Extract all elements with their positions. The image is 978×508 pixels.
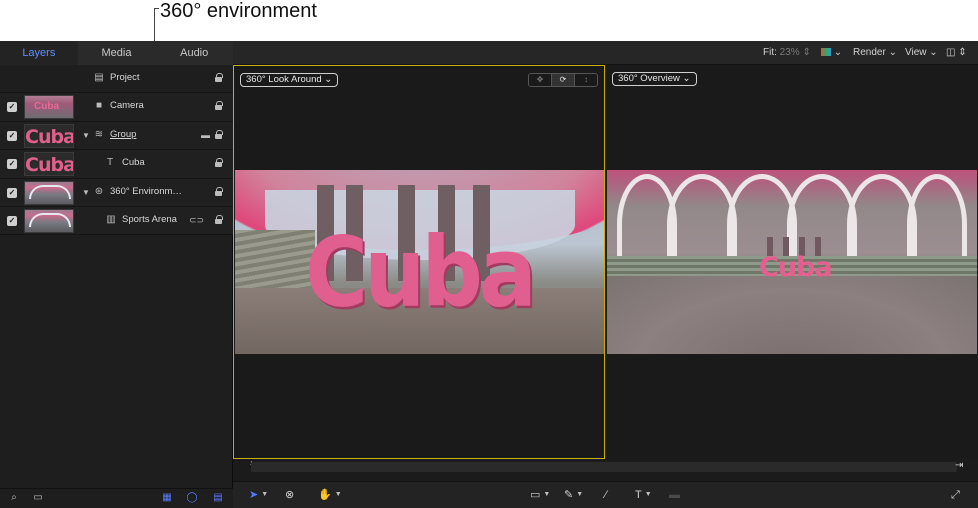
text-icon: T: [106, 157, 114, 169]
expand-icon[interactable]: ⤢: [951, 488, 960, 502]
stepper-icon: ⇕: [802, 47, 811, 58]
shape-tool-icon[interactable]: ▭ ▼: [530, 488, 550, 502]
layer-checkbox[interactable]: ✓: [7, 215, 17, 226]
text-tool-icon[interactable]: T ▼: [635, 488, 652, 502]
layer-thumbnail: Cuba: [24, 95, 74, 120]
look-around-scene: Cuba: [235, 170, 604, 354]
fit-value: 23%: [779, 47, 800, 58]
view-label: View: [905, 47, 927, 58]
overview-scene: Cuba: [607, 170, 977, 354]
group-mode-icon[interactable]: ▬: [201, 130, 210, 140]
lock-icon[interactable]: [213, 186, 223, 196]
adjust-3d-tool-icon[interactable]: ⊗: [285, 488, 294, 502]
layer-checkbox[interactable]: ✓: [7, 159, 17, 170]
tab-layers[interactable]: Layers: [0, 41, 78, 65]
layer-name: 360° Environm…: [110, 185, 182, 197]
motion-app-window: Layers Media Audio ▤ Project ✓ Cuba ■ Ca…: [0, 41, 978, 508]
dolly-tool-icon[interactable]: ↕: [575, 74, 597, 86]
layer-checkbox[interactable]: ✓: [7, 187, 17, 198]
fit-label: Fit:: [763, 47, 777, 58]
viewer-mode-label: 360° Overview: [618, 73, 680, 84]
layer-row-cuba[interactable]: ✓ Cuba T Cuba: [0, 150, 233, 179]
thumbnail-toggle-icon[interactable]: ▭: [32, 492, 44, 504]
orbit-tool-icon[interactable]: ⟳: [552, 74, 575, 86]
viewer-mode-popup[interactable]: 360° Overview ⌄: [612, 72, 697, 86]
disclosure-triangle-icon[interactable]: ▼: [82, 131, 90, 140]
layer-row-group[interactable]: ✓ Cuba ▼ ≋ Group ▬: [0, 121, 233, 151]
mini-timeline[interactable]: ⍿ ⇥: [233, 459, 978, 481]
paint-stroke-icon[interactable]: ∕: [605, 488, 607, 502]
pan-hand-icon[interactable]: ✋ ▼: [318, 488, 342, 502]
document-icon: ▤: [94, 72, 104, 83]
layer-name: Group: [110, 128, 137, 140]
layer-row-sports-arena[interactable]: ✓ ▥ Sports Arena ⊂⊃: [0, 206, 233, 236]
pen-tool-icon[interactable]: ✎ ▼: [564, 488, 583, 502]
layer-list: ▤ Project ✓ Cuba ■ Camera ✓ Cuba ▼ ≋ Gro…: [0, 65, 233, 236]
tools-toolbar: ➤ ▼ ⊗ ✋ ▼ ▭ ▼ ✎ ▼ ∕ T ▼ ▬ ⤢: [233, 481, 978, 508]
film-icon: ▥: [106, 213, 116, 225]
select-tool-icon[interactable]: ➤ ▼: [249, 488, 268, 502]
view-popup[interactable]: View ⌄: [905, 47, 938, 58]
lock-icon[interactable]: [213, 73, 223, 82]
layer-thumbnail: [24, 208, 74, 233]
stepper-icon: ⇕: [958, 47, 967, 58]
grid-view-icon[interactable]: ▦: [161, 492, 173, 504]
mask-tool-icon: ▬: [669, 489, 680, 501]
viewer-layout-popup[interactable]: ◫ ⇕: [946, 47, 967, 58]
lock-icon[interactable]: [213, 129, 223, 139]
callout-label: 360° environment: [160, 0, 317, 22]
canvas-viewer-overview[interactable]: 360° Overview ⌄ Cuba: [606, 65, 978, 459]
camera-icon: ■: [95, 100, 103, 112]
layer-checkbox[interactable]: ✓: [7, 102, 17, 113]
layer-thumbnail: [24, 180, 74, 205]
layers-stack-icon[interactable]: ▤: [212, 492, 224, 504]
group-icon: ≋: [94, 128, 104, 140]
fit-zoom-popup[interactable]: Fit: 23% ⇕: [763, 47, 811, 58]
layer-row-360-environment[interactable]: ✓ ▼ ⊛ 360° Environm…: [0, 178, 233, 207]
chevron-down-icon: ⌄: [929, 47, 938, 58]
layer-checkbox[interactable]: ✓: [7, 130, 17, 141]
thumb-text: Cuba: [34, 101, 59, 113]
chevron-down-icon: ⌄: [833, 47, 843, 58]
tab-audio[interactable]: Audio: [155, 41, 233, 65]
cuba-text-object[interactable]: Cuba: [305, 225, 537, 321]
layer-name: Camera: [110, 100, 144, 112]
tab-media[interactable]: Media: [78, 41, 156, 65]
render-label: Render: [853, 47, 886, 58]
viewer-layout-icon: ◫: [946, 47, 956, 58]
lock-icon[interactable]: [213, 214, 223, 224]
render-popup[interactable]: Render ⌄: [853, 47, 897, 58]
mask-icon[interactable]: ◯: [186, 492, 198, 504]
layers-panel-footer: ⌕ ▭ ▦ ◯ ▤: [0, 488, 233, 508]
timeline-track[interactable]: [251, 462, 957, 472]
link-icon: ⊂⊃: [189, 214, 205, 225]
disclosure-triangle-icon[interactable]: ▼: [82, 188, 90, 197]
layer-name: Sports Arena: [122, 213, 177, 225]
viewer-mode-popup[interactable]: 360° Look Around ⌄: [240, 73, 339, 87]
search-icon[interactable]: ⌕: [8, 492, 20, 504]
canvas-viewer-look-around[interactable]: 360° Look Around ⌄ ✥ ⟳ ↕ Cuba: [233, 65, 605, 459]
viewer-mode-label: 360° Look Around: [246, 74, 322, 85]
lock-icon[interactable]: [213, 158, 223, 168]
chevron-down-icon: ⌄: [324, 74, 333, 85]
layer-thumbnail: Cuba: [24, 152, 74, 177]
canvas-toolbar: Fit: 23% ⇕ ⌄ Render ⌄ View ⌄ ◫ ⇕: [233, 41, 978, 65]
color-channels-icon: [821, 48, 831, 57]
layer-thumbnail: Cuba: [24, 123, 74, 148]
layer-name: Cuba: [122, 157, 145, 169]
color-channels-popup[interactable]: ⌄: [821, 47, 842, 58]
out-point-icon[interactable]: ⇥: [955, 460, 963, 471]
360-environment-icon: ⊛: [94, 185, 104, 197]
panel-tabs: Layers Media Audio: [0, 41, 233, 65]
chevron-down-icon: ⌄: [682, 73, 691, 84]
lock-icon[interactable]: [213, 101, 223, 111]
chevron-down-icon: ⌄: [888, 47, 897, 58]
layers-panel: Layers Media Audio ▤ Project ✓ Cuba ■ Ca…: [0, 41, 233, 508]
layer-row-camera[interactable]: ✓ Cuba ■ Camera: [0, 93, 233, 122]
pan-tool-icon[interactable]: ✥: [529, 74, 552, 86]
layer-row-project[interactable]: ▤ Project: [0, 65, 233, 94]
cuba-text-object[interactable]: Cuba: [759, 254, 833, 281]
view-tool-segmented-control: ✥ ⟳ ↕: [528, 73, 598, 87]
layer-name: Project: [110, 72, 140, 83]
